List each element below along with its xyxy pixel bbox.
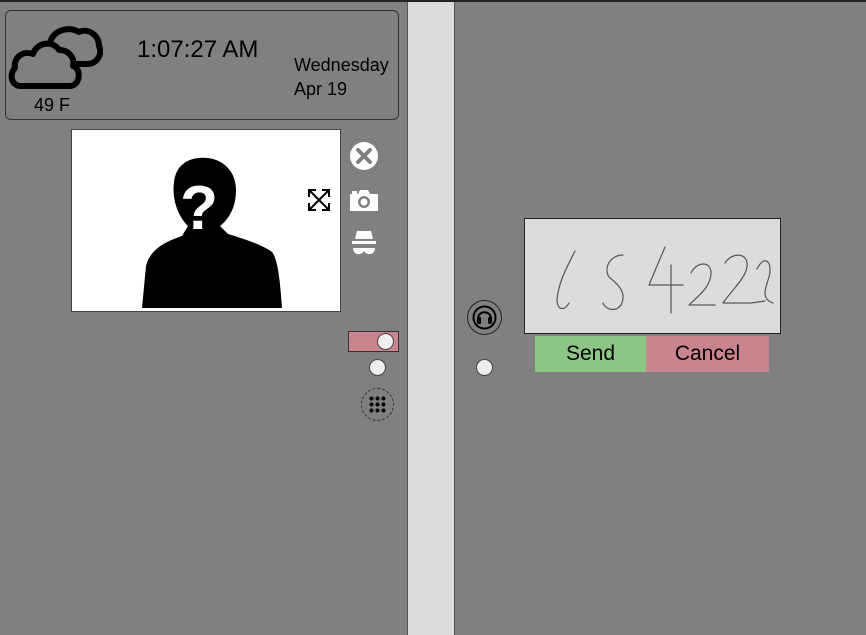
svg-text:?: ? <box>180 174 218 243</box>
clock-day: Wednesday <box>294 55 389 75</box>
panel-divider[interactable] <box>407 2 455 635</box>
headset-icon <box>472 305 497 330</box>
send-button[interactable]: Send <box>535 336 646 372</box>
clock-date: Apr 19 <box>294 79 348 99</box>
camera-icon[interactable] <box>348 187 380 213</box>
toggle-knob[interactable] <box>377 333 394 350</box>
cancel-button[interactable]: Cancel <box>646 336 769 372</box>
signature-pad[interactable] <box>524 218 781 334</box>
mute-toggle[interactable] <box>348 331 399 352</box>
close-icon[interactable] <box>349 141 379 171</box>
temperature: 49 F <box>34 95 71 115</box>
status-light <box>369 359 386 376</box>
keypad-icon <box>369 396 386 413</box>
status-light <box>476 359 493 376</box>
keypad-button[interactable] <box>361 388 394 421</box>
unknown-person-icon: ? <box>142 157 282 308</box>
handwritten-signature <box>556 246 774 314</box>
incognito-icon[interactable] <box>350 229 378 257</box>
video-preview[interactable]: ? <box>71 129 341 312</box>
expand-icon[interactable] <box>306 187 332 213</box>
headset-button[interactable] <box>467 300 502 335</box>
cloudy-icon <box>8 26 103 89</box>
clock-time: 1:07:27 AM <box>137 36 259 63</box>
